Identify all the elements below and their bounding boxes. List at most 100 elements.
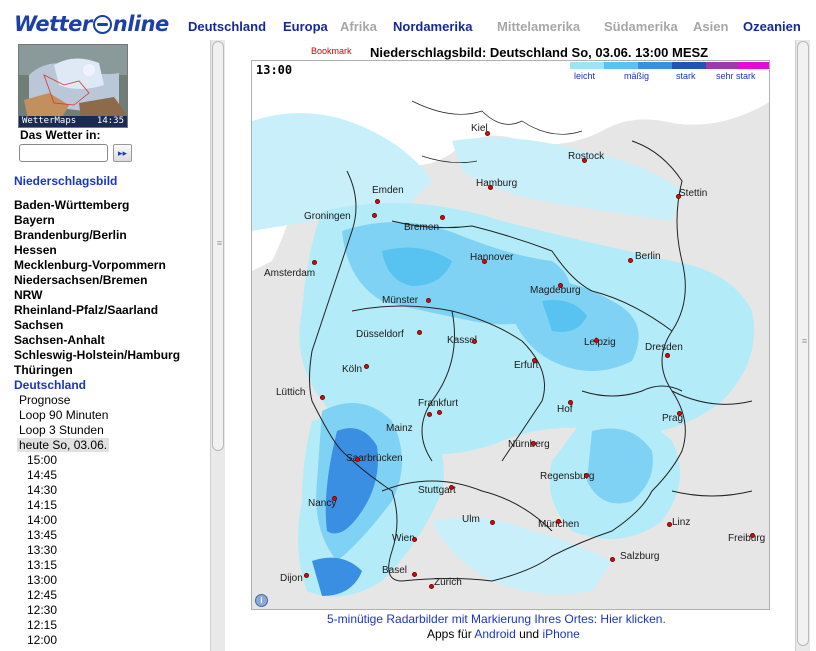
city-label[interactable]: Dresden <box>645 342 683 353</box>
city-label[interactable]: Hannover <box>470 252 513 263</box>
city-label[interactable]: Hof <box>557 404 573 415</box>
city-label[interactable]: Groningen <box>304 211 351 222</box>
android-link[interactable]: Android <box>474 627 515 641</box>
region-item[interactable]: Sachsen <box>14 318 63 332</box>
search-go-button[interactable]: ▸▸ <box>113 144 132 162</box>
sub-loop-90[interactable]: Loop 90 Minuten <box>19 408 108 422</box>
region-item[interactable]: Baden-Württemberg <box>14 198 129 212</box>
city-marker-dot[interactable] <box>584 473 589 478</box>
city-label[interactable]: Zürich <box>434 577 462 588</box>
nav-deutschland[interactable]: Deutschland <box>188 19 266 34</box>
region-item[interactable]: Bayern <box>14 213 55 227</box>
city-marker-dot[interactable] <box>531 441 536 446</box>
city-marker-dot[interactable] <box>490 520 495 525</box>
section-niederschlagsbild[interactable]: Niederschlagsbild <box>14 174 117 188</box>
time-item[interactable]: 12:00 <box>27 633 57 647</box>
city-marker-dot[interactable] <box>355 457 360 462</box>
city-label[interactable]: Ulm <box>462 514 480 525</box>
city-marker-dot[interactable] <box>667 522 672 527</box>
nav-europa[interactable]: Europa <box>283 19 328 34</box>
sub-loop-3h[interactable]: Loop 3 Stunden <box>19 423 104 437</box>
city-marker-dot[interactable] <box>558 283 563 288</box>
city-label[interactable]: Freiburg <box>728 533 765 544</box>
city-label[interactable]: Bremen <box>404 222 439 233</box>
time-item[interactable]: 13:15 <box>27 558 57 572</box>
city-marker-dot[interactable] <box>427 412 432 417</box>
region-item[interactable]: Thüringen <box>14 363 73 377</box>
city-marker-dot[interactable] <box>482 259 487 264</box>
time-item[interactable]: 15:00 <box>27 453 57 467</box>
city-label[interactable]: Hamburg <box>476 178 517 189</box>
city-label[interactable]: Lüttich <box>276 387 305 398</box>
city-marker-dot[interactable] <box>304 573 309 578</box>
time-item[interactable]: 13:45 <box>27 528 57 542</box>
city-label[interactable]: Magdeburg <box>530 285 581 296</box>
city-marker-dot[interactable] <box>372 213 377 218</box>
city-label[interactable]: Emden <box>372 185 404 196</box>
city-marker-dot[interactable] <box>437 410 442 415</box>
time-item[interactable]: 12:15 <box>27 618 57 632</box>
city-marker-dot[interactable] <box>375 199 380 204</box>
time-item[interactable]: 13:00 <box>27 573 57 587</box>
city-label[interactable]: Stettin <box>679 188 707 199</box>
city-marker-dot[interactable] <box>582 158 587 163</box>
city-label[interactable]: Mainz <box>386 423 413 434</box>
city-label[interactable]: Düsseldorf <box>356 329 404 340</box>
time-item[interactable]: 14:30 <box>27 483 57 497</box>
city-marker-dot[interactable] <box>556 519 561 524</box>
region-item[interactable]: Mecklenburg-Vorpommern <box>14 258 166 272</box>
bookmark-link[interactable]: Bookmark <box>311 46 352 56</box>
city-marker-dot[interactable] <box>485 131 490 136</box>
city-marker-dot[interactable] <box>472 339 477 344</box>
main-scrollbar-thumb[interactable]: ≡ <box>797 41 809 646</box>
sub-prognose[interactable]: Prognose <box>19 393 70 407</box>
city-label[interactable]: Linz <box>672 517 690 528</box>
city-marker-dot[interactable] <box>320 395 325 400</box>
region-item[interactable]: Brandenburg/Berlin <box>14 228 127 242</box>
iphone-link[interactable]: iPhone <box>542 627 579 641</box>
city-marker-dot[interactable] <box>610 557 615 562</box>
sidebar-scrollbar-thumb[interactable]: ≡ <box>212 41 224 451</box>
time-item[interactable]: 14:45 <box>27 468 57 482</box>
city-search-input[interactable] <box>19 144 108 162</box>
sidebar-scrollbar[interactable]: ≡ <box>210 40 225 651</box>
radar-detail-link[interactable]: 5-minütige Radarbilder mit Markierung Ih… <box>327 612 666 626</box>
city-marker-dot[interactable] <box>676 194 681 199</box>
city-marker-dot[interactable] <box>429 584 434 589</box>
region-item[interactable]: Sachsen-Anhalt <box>14 333 105 347</box>
region-item[interactable]: Niedersachsen/Bremen <box>14 273 147 287</box>
city-marker-dot[interactable] <box>440 215 445 220</box>
time-item[interactable]: 14:00 <box>27 513 57 527</box>
city-marker-dot[interactable] <box>426 298 431 303</box>
time-item[interactable]: 13:30 <box>27 543 57 557</box>
wettermaps-thumbnail[interactable]: WetterMaps 14:35 <box>18 44 128 128</box>
city-label[interactable]: Leipzig <box>584 337 616 348</box>
city-label[interactable]: Köln <box>342 364 362 375</box>
region-item[interactable]: Hessen <box>14 243 57 257</box>
city-label[interactable]: Frankfurt <box>418 398 458 409</box>
city-marker-dot[interactable] <box>532 358 537 363</box>
city-label[interactable]: Salzburg <box>620 551 659 562</box>
city-marker-dot[interactable] <box>628 258 633 263</box>
region-item[interactable]: Schleswig-Holstein/Hamburg <box>14 348 180 362</box>
city-marker-dot[interactable] <box>488 185 493 190</box>
city-marker-dot[interactable] <box>417 330 422 335</box>
time-item[interactable]: 14:15 <box>27 498 57 512</box>
city-marker-dot[interactable] <box>332 496 337 501</box>
city-marker-dot[interactable] <box>568 400 573 405</box>
city-label[interactable]: Münster <box>382 295 418 306</box>
time-item[interactable]: 12:30 <box>27 603 57 617</box>
city-label[interactable]: Amsterdam <box>264 268 315 279</box>
city-marker-dot[interactable] <box>594 338 599 343</box>
city-marker-dot[interactable] <box>449 485 454 490</box>
nav-nordamerika[interactable]: Nordamerika <box>393 19 472 34</box>
main-scrollbar[interactable]: ≡ <box>795 40 810 651</box>
city-label[interactable]: Dijon <box>280 573 303 584</box>
city-marker-dot[interactable] <box>750 533 755 538</box>
city-marker-dot[interactable] <box>677 411 682 416</box>
city-marker-dot[interactable] <box>412 572 417 577</box>
region-deutschland[interactable]: Deutschland <box>14 378 86 392</box>
logo[interactable]: Wetter nline <box>14 12 169 36</box>
city-label[interactable]: Basel <box>382 565 407 576</box>
radar-map[interactable]: 13:00 leicht mäßig stark sehr stark Kiel… <box>251 60 770 610</box>
